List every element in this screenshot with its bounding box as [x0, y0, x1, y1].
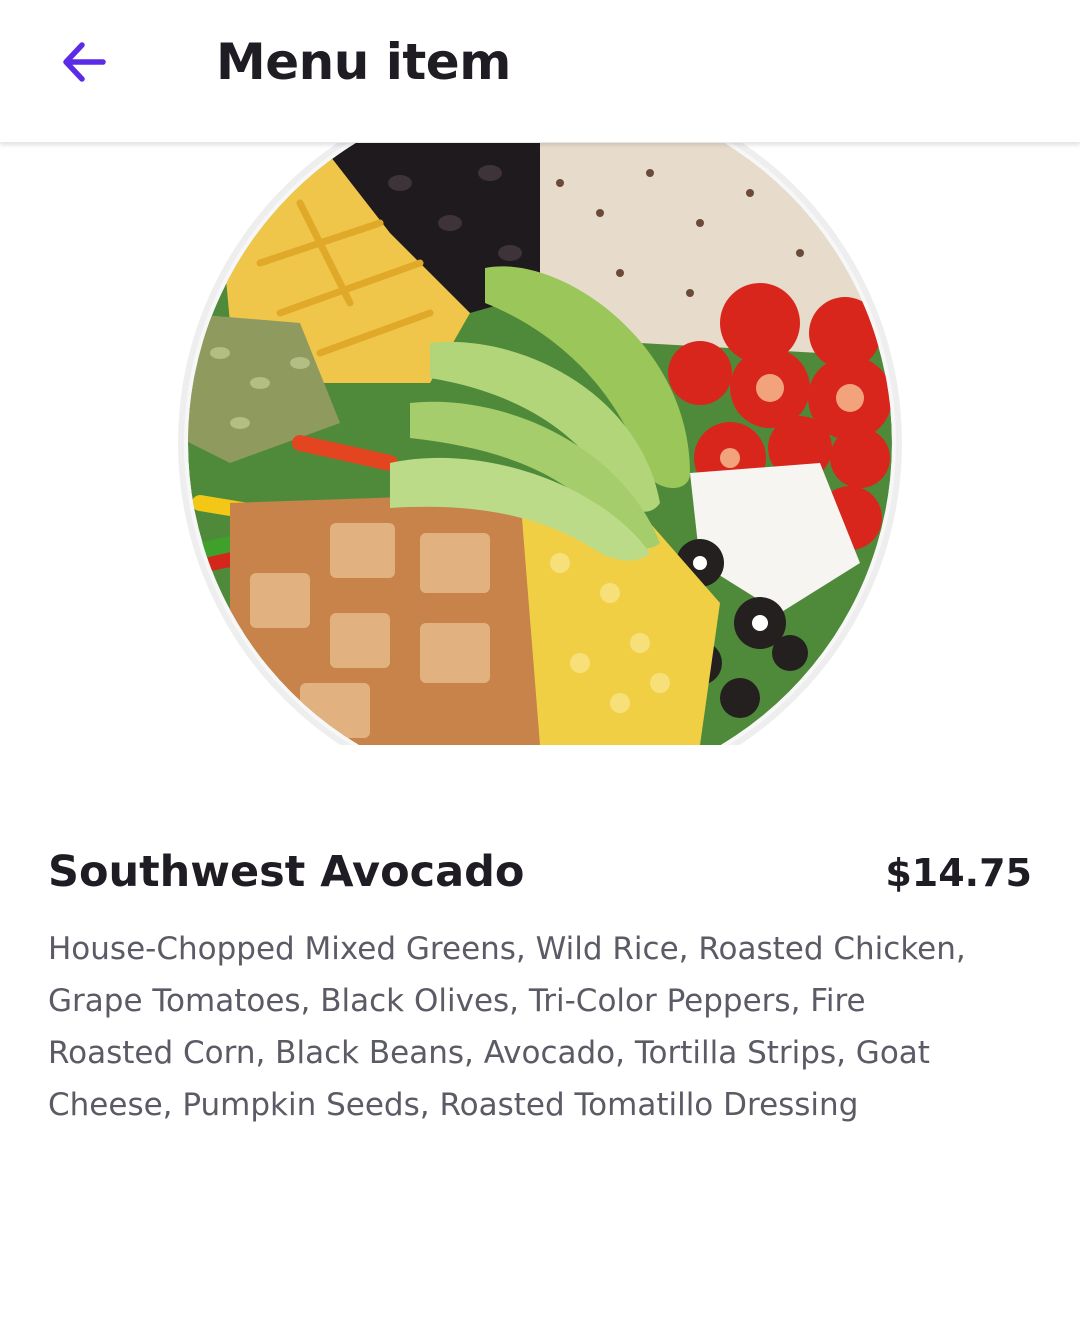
salad-bowl-image — [178, 143, 902, 745]
item-price: $14.75 — [885, 851, 1032, 895]
menu-item-image — [0, 143, 1080, 745]
page-title: Menu item — [216, 33, 511, 91]
back-button[interactable] — [48, 30, 118, 94]
name-price-row: Southwest Avocado $14.75 — [48, 838, 1032, 907]
item-description: House-Chopped Mixed Greens, Wild Rice, R… — [48, 931, 966, 1123]
arrow-left-icon — [63, 42, 106, 82]
app-bar: Menu item — [0, 0, 1080, 143]
item-name: Southwest Avocado — [48, 847, 525, 897]
menu-item-details: Southwest Avocado $14.75 House-Chopped M… — [48, 838, 1032, 1131]
